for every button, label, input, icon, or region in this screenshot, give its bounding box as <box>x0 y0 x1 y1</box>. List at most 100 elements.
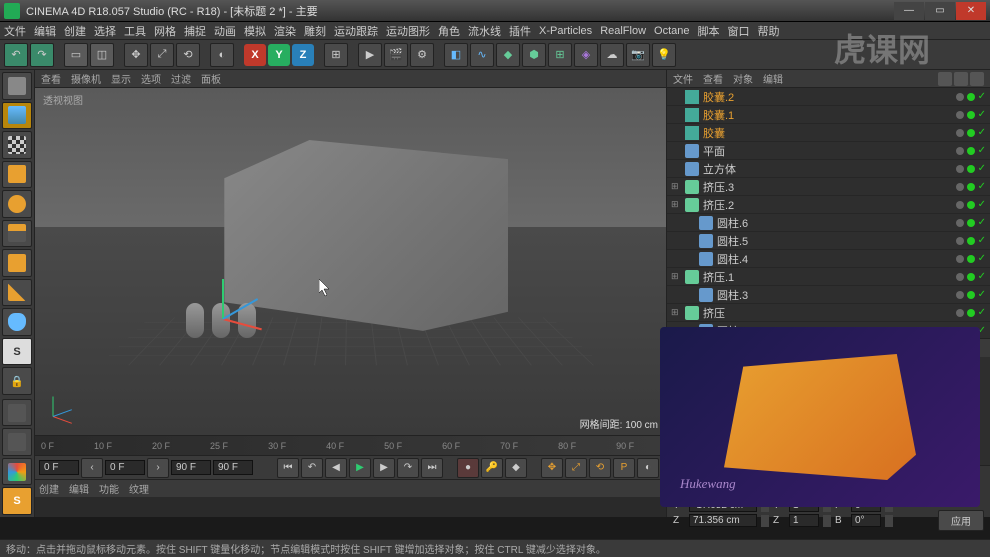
key-pla-button[interactable]: ◐ <box>637 458 659 478</box>
key-pos-button[interactable]: ✥ <box>541 458 563 478</box>
menu-item[interactable]: 脚本 <box>698 23 720 39</box>
select-live-button[interactable]: ▭ <box>64 43 88 67</box>
autokey-button[interactable]: 🔑 <box>481 458 503 478</box>
material-tab[interactable]: 功能 <box>99 481 119 496</box>
visibility-dot-icon[interactable] <box>967 237 975 245</box>
object-row[interactable]: ⊞ 挤压.1 ✓ <box>667 268 990 286</box>
layer-dot-icon[interactable] <box>956 309 964 317</box>
enable-check-icon[interactable]: ✓ <box>978 199 986 210</box>
enable-check-icon[interactable]: ✓ <box>978 163 986 174</box>
viewport-menu-item[interactable]: 显示 <box>111 71 131 86</box>
obj-menu-item[interactable]: 查看 <box>703 71 723 86</box>
visibility-dot-icon[interactable] <box>967 219 975 227</box>
light-button[interactable]: 💡 <box>652 43 676 67</box>
spinner-icon[interactable] <box>885 515 893 527</box>
coord-z-pos-field[interactable] <box>689 514 757 527</box>
object-row[interactable]: 立方体 ✓ <box>667 160 990 178</box>
menu-item[interactable]: 捕捉 <box>184 23 206 39</box>
menu-item[interactable]: X-Particles <box>539 25 592 37</box>
spinner-icon[interactable] <box>823 515 831 527</box>
menu-item[interactable]: RealFlow <box>600 25 646 37</box>
next-frame-button[interactable]: ▶ <box>373 458 395 478</box>
coord-sys-button[interactable]: ⊞ <box>324 43 348 67</box>
maximize-button[interactable]: ▭ <box>925 2 955 20</box>
header-icon[interactable] <box>938 72 952 86</box>
object-row[interactable]: 平面 ✓ <box>667 142 990 160</box>
render-view-button[interactable]: ▶ <box>358 43 382 67</box>
key-param-button[interactable]: P <box>613 458 635 478</box>
viewport-menu-item[interactable]: 面板 <box>201 71 221 86</box>
camera-button[interactable]: 📷 <box>626 43 650 67</box>
close-button[interactable]: ✕ <box>956 2 986 20</box>
timeline-ruler[interactable]: 0 F10 F20 F25 F30 F40 F50 F60 F70 F80 F9… <box>35 436 666 455</box>
primitive-cube-button[interactable]: ◧ <box>444 43 468 67</box>
layer-dot-icon[interactable] <box>956 111 964 119</box>
workplane-button[interactable] <box>2 161 32 189</box>
layer-dot-icon[interactable] <box>956 165 964 173</box>
visibility-dot-icon[interactable] <box>967 147 975 155</box>
menu-item[interactable]: 创建 <box>64 23 86 39</box>
object-row[interactable]: 胶囊.2 ✓ <box>667 88 990 106</box>
layer-dot-icon[interactable] <box>956 291 964 299</box>
undo-button[interactable]: ↶ <box>4 43 28 67</box>
next-key-button[interactable]: ↷ <box>397 458 419 478</box>
timeline[interactable]: 0 F10 F20 F25 F30 F40 F50 F60 F70 F80 F9… <box>35 435 666 455</box>
misc-button[interactable] <box>2 458 32 486</box>
prev-key-button[interactable]: ↶ <box>301 458 323 478</box>
deformer-button[interactable]: ◈ <box>574 43 598 67</box>
object-manager[interactable]: 胶囊.2 ✓ 胶囊.1 ✓ 胶囊 ✓ 平面 ✓ <box>667 88 990 338</box>
spline-button[interactable]: ∿ <box>470 43 494 67</box>
snap-s-button[interactable]: S <box>2 487 32 515</box>
layer-dot-icon[interactable] <box>956 183 964 191</box>
axis-y-button[interactable]: Y <box>268 44 290 66</box>
enable-check-icon[interactable]: ✓ <box>978 181 986 192</box>
gizmo-y-axis[interactable] <box>222 279 224 319</box>
menu-item[interactable]: 帮助 <box>758 23 780 39</box>
frame-max-field[interactable] <box>213 460 253 475</box>
minimize-button[interactable]: — <box>894 2 924 20</box>
play-button[interactable]: ▶ <box>349 458 371 478</box>
menu-item[interactable]: 雕刻 <box>304 23 326 39</box>
menu-item[interactable]: 模拟 <box>244 23 266 39</box>
polygons-mode-button[interactable] <box>2 249 32 277</box>
header-icon[interactable] <box>970 72 984 86</box>
object-row[interactable]: 圆柱.4 ✓ <box>667 250 990 268</box>
goto-start-button[interactable]: ⏮ <box>277 458 299 478</box>
object-row[interactable]: 圆柱.5 ✓ <box>667 232 990 250</box>
goto-end-button[interactable]: ⏭ <box>421 458 443 478</box>
transform-gizmo[interactable] <box>193 288 253 348</box>
axis-z-button[interactable]: Z <box>292 44 314 66</box>
material-tab[interactable]: 编辑 <box>69 481 89 496</box>
visibility-dot-icon[interactable] <box>967 93 975 101</box>
menu-item[interactable]: 渲染 <box>274 23 296 39</box>
viewport-menu-item[interactable]: 摄像机 <box>71 71 101 86</box>
select-rect-button[interactable]: ◫ <box>90 43 114 67</box>
visibility-dot-icon[interactable] <box>967 273 975 281</box>
record-button[interactable]: ● <box>457 458 479 478</box>
menu-item[interactable]: 网格 <box>154 23 176 39</box>
lock-button[interactable]: 🔒 <box>2 367 32 395</box>
environment-button[interactable]: ☁ <box>600 43 624 67</box>
texture-mode-button[interactable] <box>2 131 32 159</box>
layer-dot-icon[interactable] <box>956 273 964 281</box>
visibility-dot-icon[interactable] <box>967 309 975 317</box>
enable-check-icon[interactable]: ✓ <box>978 109 986 120</box>
mouse-button[interactable] <box>2 308 32 336</box>
scale-tool-button[interactable]: ⤢ <box>150 43 174 67</box>
enable-check-icon[interactable]: ✓ <box>978 145 986 156</box>
visibility-dot-icon[interactable] <box>967 129 975 137</box>
visibility-dot-icon[interactable] <box>967 111 975 119</box>
menu-item[interactable]: 角色 <box>438 23 460 39</box>
material-tab[interactable]: 创建 <box>39 481 59 496</box>
key-rot-button[interactable]: ⟲ <box>589 458 611 478</box>
menu-item[interactable]: Octane <box>654 25 689 37</box>
object-row[interactable]: 胶囊.1 ✓ <box>667 106 990 124</box>
render-settings-button[interactable]: ⚙ <box>410 43 434 67</box>
expand-icon[interactable]: ⊞ <box>671 181 681 192</box>
coord-b-field[interactable] <box>851 514 881 527</box>
visibility-dot-icon[interactable] <box>967 255 975 263</box>
visibility-dot-icon[interactable] <box>967 201 975 209</box>
menu-item[interactable]: 动画 <box>214 23 236 39</box>
expand-icon[interactable]: ⊞ <box>671 271 681 282</box>
make-editable-button[interactable] <box>2 72 32 100</box>
